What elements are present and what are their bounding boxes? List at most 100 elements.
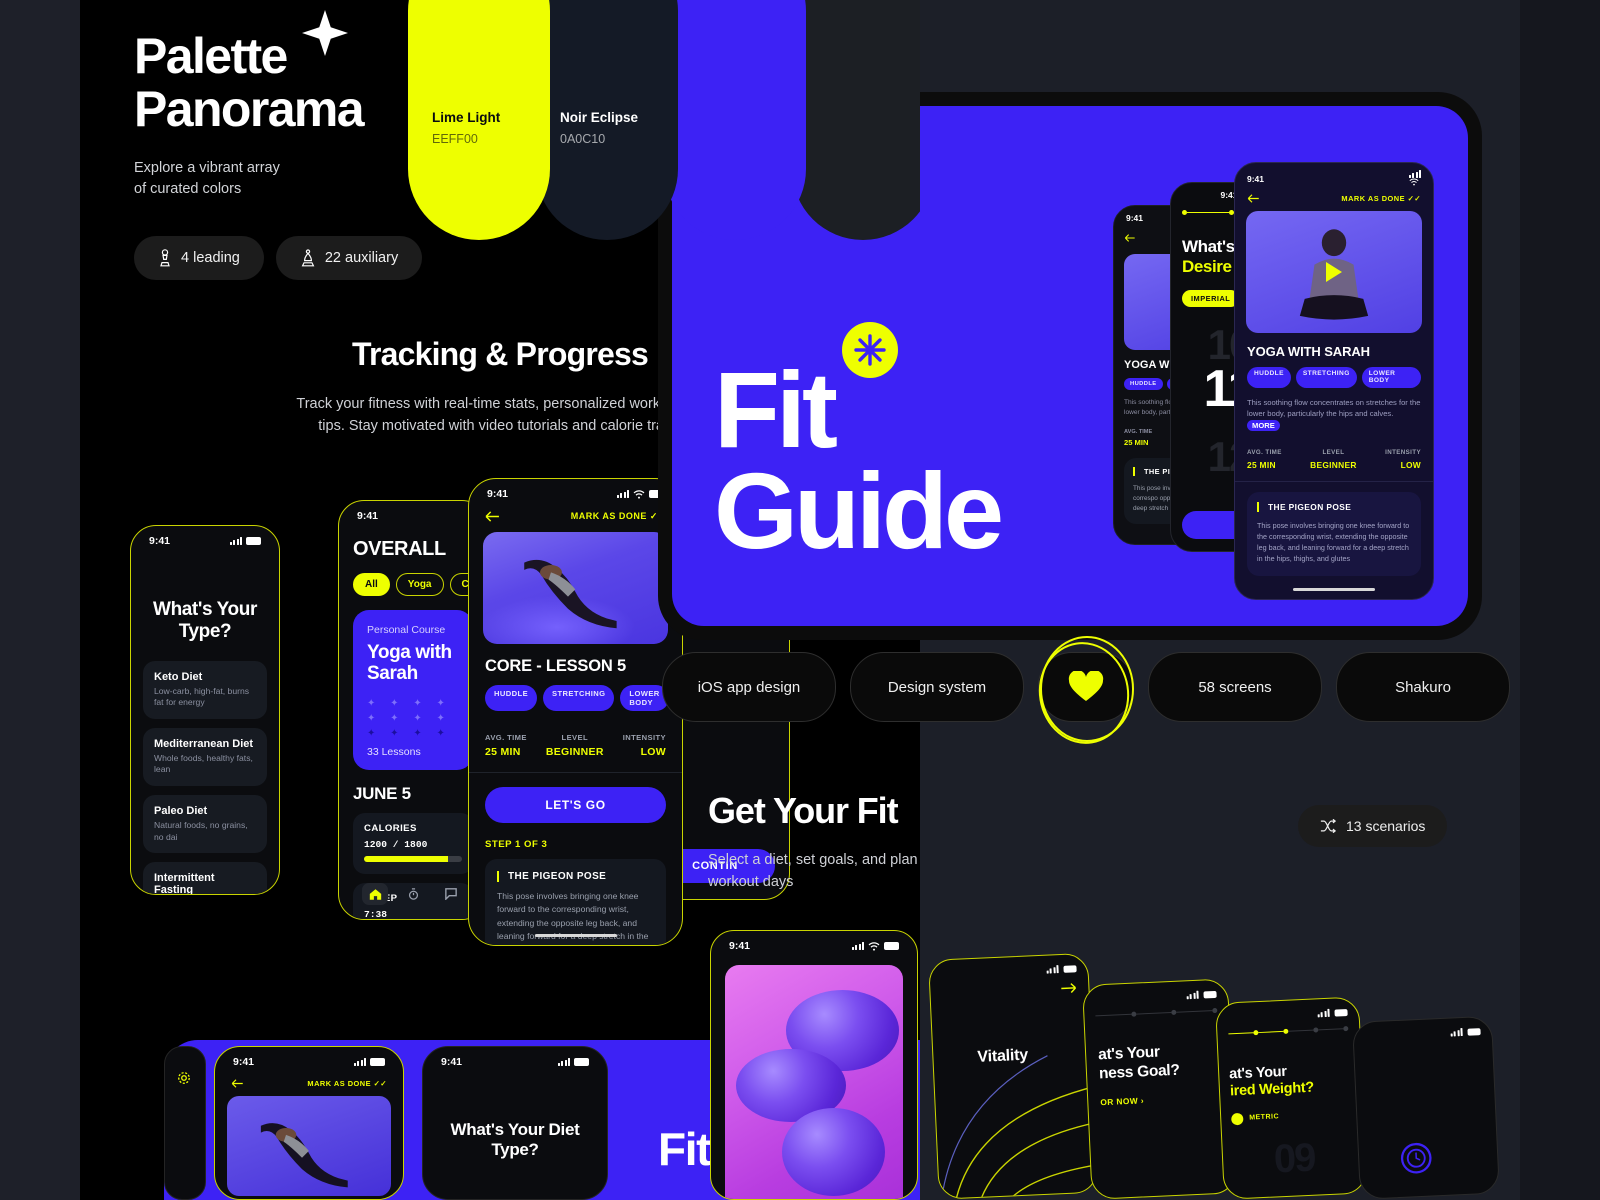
tab-timer[interactable]	[400, 883, 426, 905]
mark-as-done-button[interactable]: MARK AS DONE ✓✓	[1341, 194, 1421, 203]
status-bar	[1353, 1017, 1492, 1041]
page-root: Lime Light EEFF00 Noir Eclipse 0A0C10 Pa…	[0, 0, 1600, 1200]
diet-bottom-line1: What's Your Diet	[450, 1120, 580, 1139]
chip-label: 4 leading	[181, 250, 240, 267]
phone-mock-diet-type: 9:41 What's Your Type? Keto Diet Low-car…	[130, 525, 280, 895]
swatch-lime-light[interactable]: Lime Light EEFF00	[408, 0, 550, 240]
mark-as-done-button[interactable]: MARK AS DONE ✓✓	[307, 1079, 387, 1088]
diet-option-list: Keto Diet Low-carb, high-fat, burns fat …	[131, 660, 279, 894]
mark-as-done-button[interactable]: MARK AS DONE ✓✓	[571, 511, 666, 522]
tab-messages[interactable]	[438, 883, 464, 905]
status-time: 9:41	[1126, 213, 1144, 223]
shuffle-icon	[1320, 819, 1336, 833]
tag-huddle[interactable]: HUDDLE	[1247, 367, 1291, 388]
pose-title: THE PIGEON POSE	[1257, 501, 1411, 512]
meta-intensity: INTENSITY LOW	[1385, 449, 1421, 470]
tag-stretching[interactable]: STRETCHING	[543, 685, 615, 711]
tablet-hero-title: Fit Guide	[714, 322, 1004, 564]
scenarios-chip[interactable]: 13 scenarios	[1298, 805, 1448, 847]
play-icon[interactable]	[1326, 262, 1342, 282]
list-item[interactable]: Keto Diet Low-carb, high-fat, burns fat …	[143, 660, 267, 719]
pill-like-heart[interactable]	[1038, 636, 1134, 744]
gyf-subtitle-line1: Select a diet, set goals, and plan	[708, 852, 918, 868]
desc-line1: This soothing flow concentrates on stret…	[1247, 397, 1421, 407]
personal-course-card[interactable]: Personal Course Yoga with Sarah ✦ ✦ ✦ ✦ …	[353, 610, 473, 770]
skip-link-label: OR NOW	[1100, 1095, 1139, 1108]
diet-desc: Whole foods, healthy fats, lean	[154, 752, 253, 775]
home-indicator	[1293, 587, 1375, 591]
tab-all[interactable]: All	[353, 573, 390, 596]
back-arrow-icon[interactable]	[231, 1079, 244, 1088]
step-indicator: STEP 1 OF 3	[485, 839, 548, 850]
diet-title-line2: Type?	[178, 620, 232, 642]
status-icons	[229, 537, 261, 545]
tag-huddle[interactable]: HUDDLE	[1124, 378, 1163, 390]
battery-icon	[574, 1058, 589, 1066]
arrow-right-icon[interactable]	[1060, 982, 1077, 994]
pill-design-system[interactable]: Design system	[850, 652, 1024, 722]
lets-go-button[interactable]: LET'S GO	[485, 787, 666, 823]
back-arrow-icon[interactable]	[1124, 234, 1136, 242]
unit-toggle-imperial[interactable]: IMPERIAL	[1182, 290, 1240, 308]
pill-shakuro[interactable]: Shakuro	[1336, 652, 1510, 722]
chip-auxiliary-colors[interactable]: 22 auxiliary	[275, 236, 423, 281]
section-title: Get Your Fit	[708, 790, 899, 831]
status-bar: 9:41	[339, 501, 487, 526]
chip-leading-colors[interactable]: 4 leading	[134, 236, 264, 281]
swatch-graphite[interactable]	[792, 0, 920, 240]
stat-card-calories: CALORIES 1200 / 1800	[353, 813, 473, 874]
more-button[interactable]: MORE	[1247, 419, 1280, 431]
yoga-pose-figure	[524, 559, 617, 628]
status-time: 9:41	[149, 535, 171, 547]
diet-desc: Low-carb, high-fat, burns fat for energy	[154, 685, 250, 708]
course-title-line2: Sarah	[367, 662, 418, 684]
get-your-fit-section: Get Your Fit Select a diet, set goals, a…	[708, 790, 918, 894]
timer-icon	[408, 888, 418, 900]
back-arrow-icon[interactable]	[485, 511, 500, 522]
gear-icon[interactable]	[177, 1071, 191, 1085]
pill-ios-app-design[interactable]: iOS app design	[662, 652, 836, 722]
tag-huddle[interactable]: HUDDLE	[485, 685, 538, 711]
tab-yoga[interactable]: Yoga	[395, 573, 444, 596]
lesson-video-thumbnail[interactable]	[1246, 211, 1422, 333]
background-left-strip	[0, 0, 80, 1200]
status-icons	[616, 489, 664, 499]
phone-mock-settings-edge	[164, 1046, 206, 1200]
diet-name: Mediterranean Diet	[154, 737, 254, 750]
swatch-name: Noir Eclipse	[560, 110, 639, 125]
phone-mock-splash: 9:41	[710, 930, 918, 1200]
status-icons	[353, 1058, 385, 1066]
lesson-hero-image	[227, 1096, 391, 1196]
status-bar: 9:41	[711, 931, 917, 956]
list-item[interactable]: Mediterranean Diet Whole foods, healthy …	[143, 727, 267, 787]
back-arrow-icon[interactable]	[1247, 194, 1260, 203]
meta-value: BEGINNER	[1310, 459, 1357, 470]
signal-icon	[229, 537, 242, 545]
filter-tab-row: All Yoga CrossFit	[339, 561, 487, 596]
swatch-electric-blue[interactable]	[664, 0, 806, 240]
signal-icon	[1408, 170, 1421, 178]
chess-pawn-icon	[160, 249, 170, 267]
status-time: 9:41	[487, 488, 509, 500]
date-heading: JUNE 5	[353, 784, 411, 803]
phone-mock-vitality: Vitality	[928, 952, 1099, 1200]
phone-heading: OVERALL	[353, 538, 446, 560]
meta-value: 25 MIN	[485, 746, 521, 758]
tab-home[interactable]	[362, 883, 388, 905]
phone-nav-bar: MARK AS DONE ✓✓	[215, 1072, 403, 1088]
signal-icon	[1450, 1027, 1463, 1037]
weight-value-ghost: 09	[1272, 1135, 1316, 1182]
mark-as-done-label: MARK AS DONE	[1341, 194, 1406, 203]
status-bar: 9:41	[469, 479, 682, 504]
course-eyebrow: Personal Course	[367, 624, 446, 636]
tag-lower-body[interactable]: LOWER BODY	[1361, 367, 1421, 388]
list-item[interactable]: Intermittent Fasting Alternates fasting …	[143, 862, 267, 894]
swatch-noir-eclipse[interactable]: Noir Eclipse 0A0C10	[536, 0, 678, 240]
list-item[interactable]: Paleo Diet Natural foods, no grains, no …	[143, 795, 267, 854]
tag-stretching[interactable]: STRETCHING	[1295, 367, 1357, 388]
status-icons	[557, 1058, 589, 1066]
yoga-pose-figure	[260, 1123, 348, 1188]
sparkle-icon	[302, 10, 348, 56]
pill-58-screens[interactable]: 58 screens	[1148, 652, 1322, 722]
progress-bar	[364, 856, 462, 862]
